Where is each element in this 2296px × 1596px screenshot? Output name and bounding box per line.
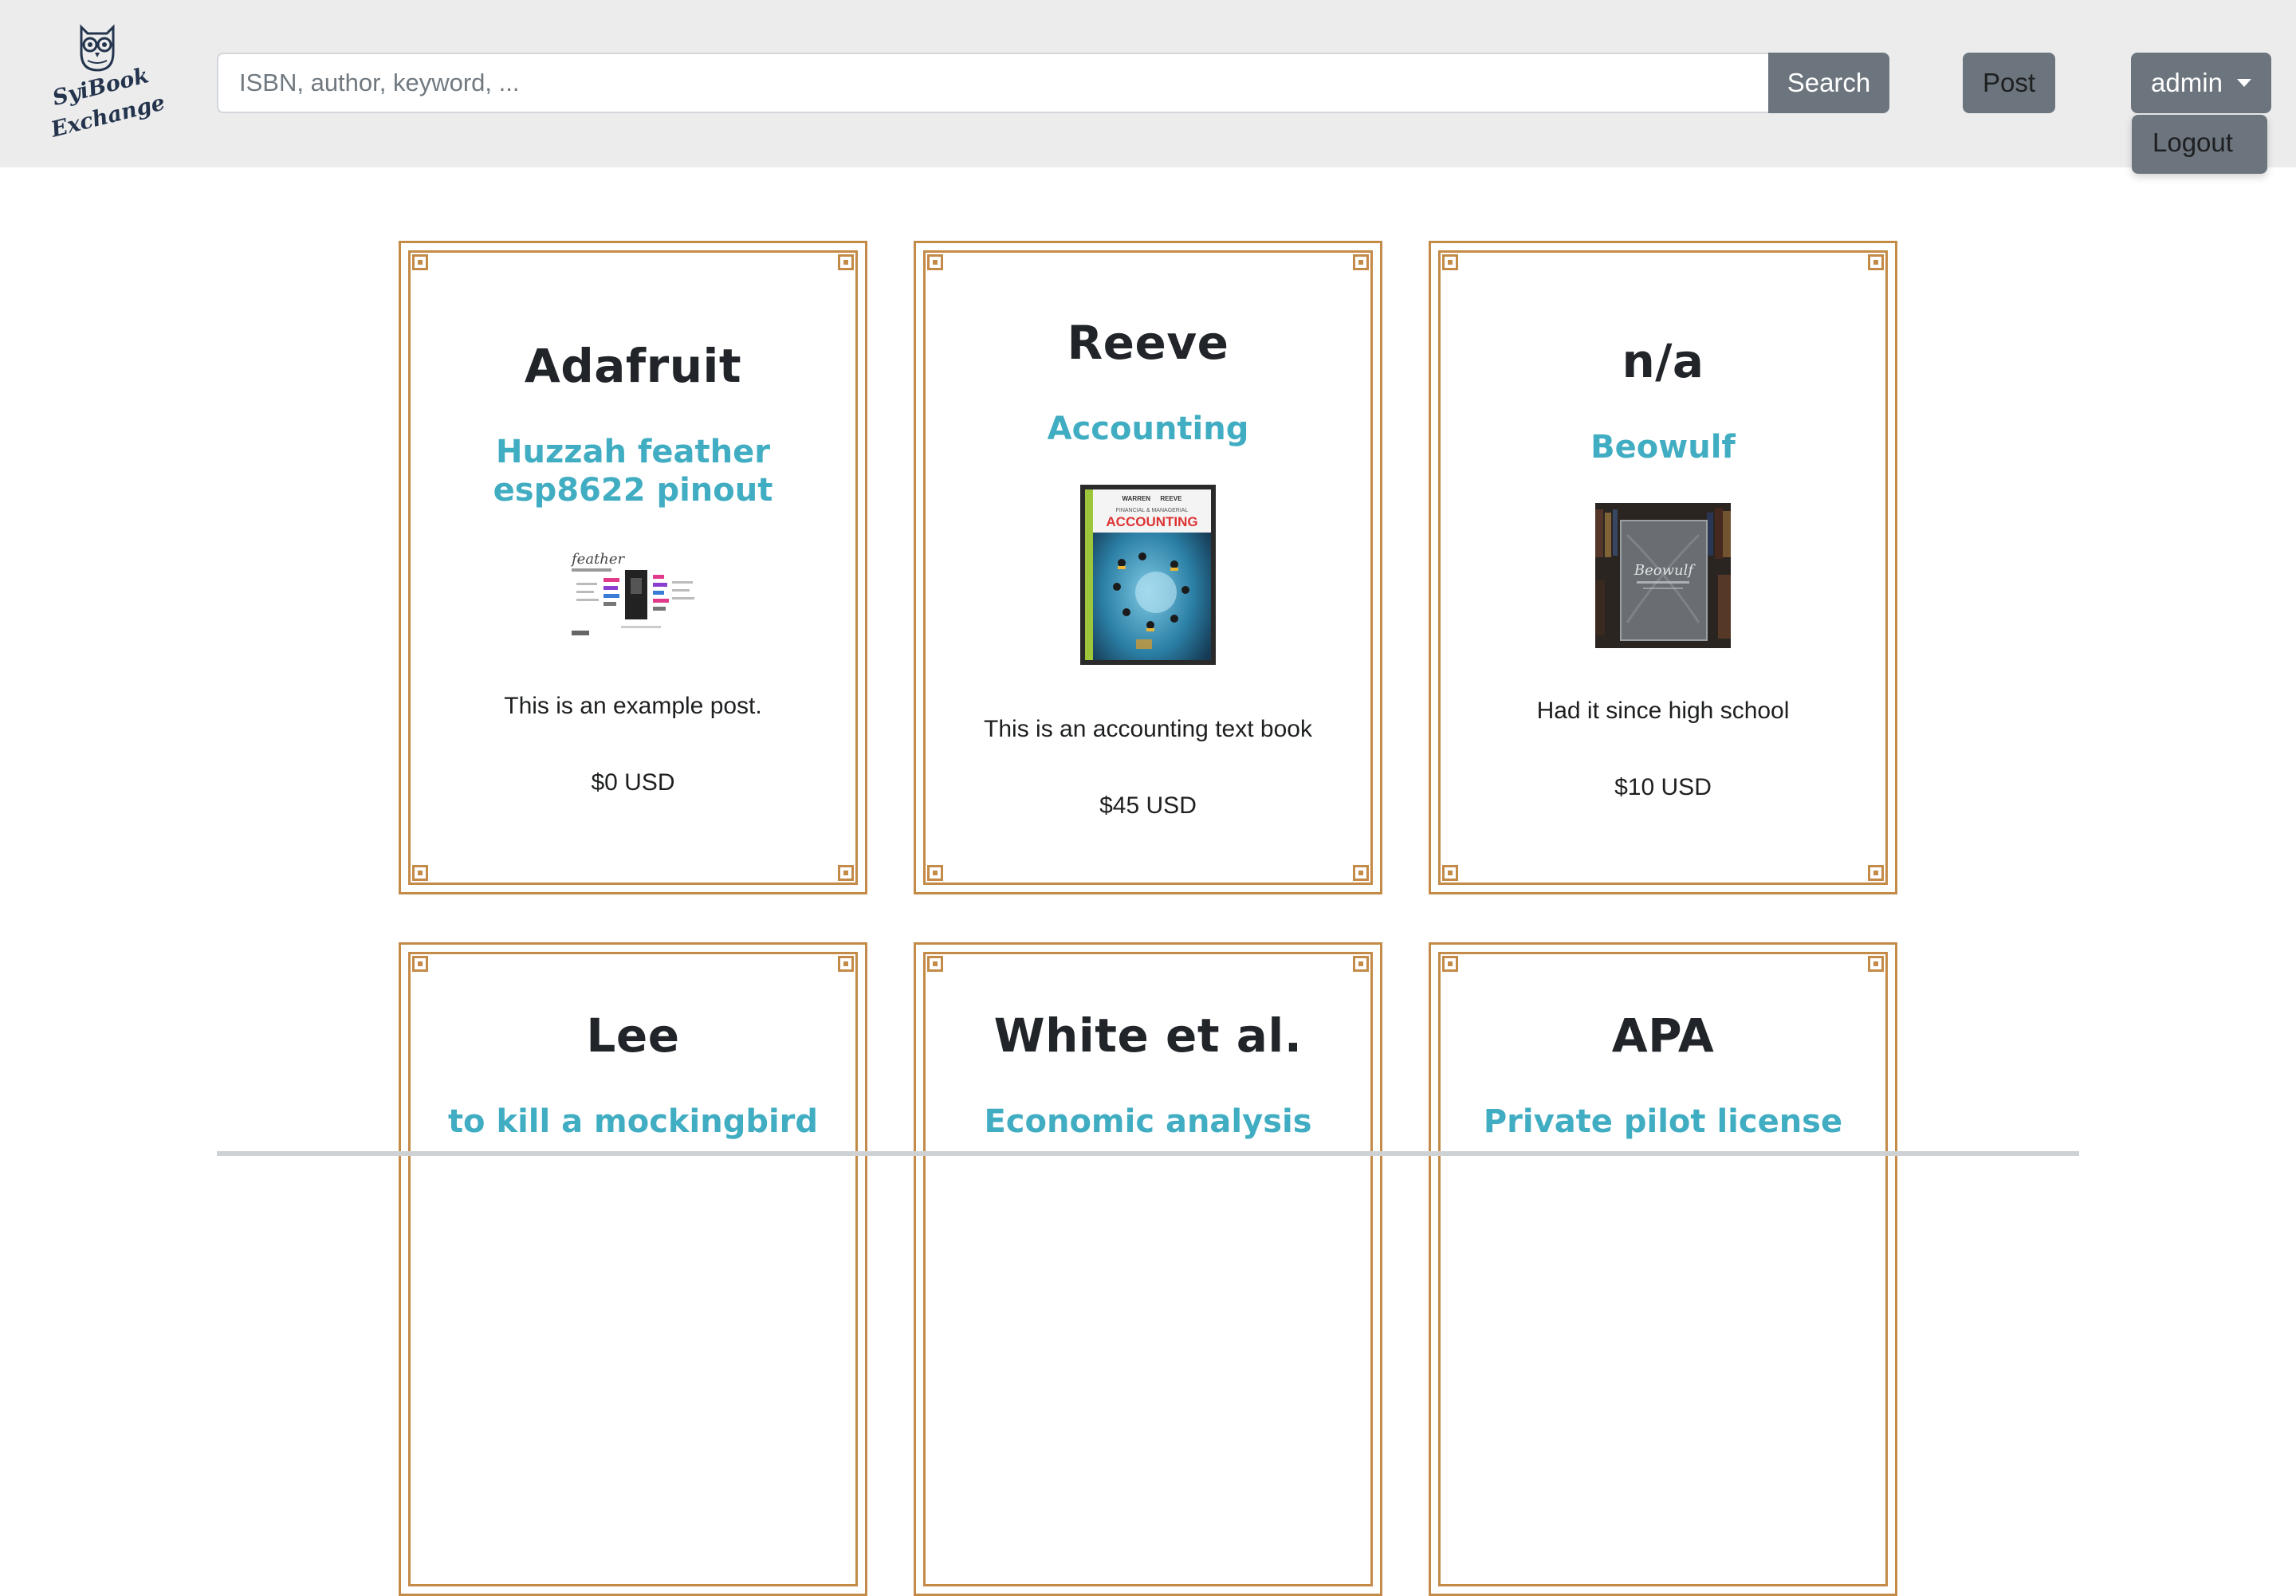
post-title-link[interactable]: Economic analysis <box>984 1103 1311 1141</box>
post-card: Lee to kill a mockingbird <box>399 942 867 1596</box>
user-dropdown-menu: Logout <box>2132 115 2267 174</box>
pinout-diagram-image: feather <box>565 546 701 643</box>
owl-icon <box>80 24 115 72</box>
post-author: Lee <box>586 1008 680 1063</box>
post-title-link[interactable]: to kill a mockingbird <box>448 1103 818 1141</box>
post-title-line: Private pilot license <box>1483 1103 1843 1140</box>
page-bottom-edge <box>217 1151 2079 1156</box>
logo-text: SyiBook Exchange <box>39 58 170 146</box>
search-input[interactable] <box>217 53 1768 113</box>
pinout-feather-text: feather <box>570 551 626 568</box>
post-card: Reeve Accounting WARREN REEVE FINANCIAL … <box>914 241 1382 894</box>
site-logo[interactable]: SyiBook Exchange <box>45 21 167 148</box>
post-author: Adafruit <box>524 339 742 393</box>
post-title-line: esp8622 pinout <box>493 472 773 509</box>
post-title-link[interactable]: Private pilot license <box>1484 1103 1842 1141</box>
post-card: Adafruit Huzzah feather esp8622 pinout f… <box>399 241 867 894</box>
post-title-link[interactable]: Accounting <box>1048 410 1249 448</box>
post-card: APA Private pilot license <box>1429 942 1897 1596</box>
user-menu-label: admin <box>2151 68 2223 97</box>
cover-subtitle: FINANCIAL & MANAGERIAL <box>1116 508 1189 513</box>
navbar: SyiBook Exchange Search Post admin Logou… <box>0 0 2296 174</box>
post-title-line: Beowulf <box>1590 429 1736 466</box>
beowulf-book-cover-image: Beowulf <box>1595 503 1731 648</box>
post-title-line: to kill a mockingbird <box>447 1103 819 1140</box>
post-author: n/a <box>1622 334 1704 388</box>
svg-text:WARREN REEVE: WARREN REEVE <box>1122 495 1183 502</box>
accounting-book-cover-image: WARREN REEVE FINANCIAL & MANAGERIAL ACCO… <box>1080 485 1216 665</box>
post-image[interactable]: Beowulf <box>1595 503 1731 648</box>
logout-menu-item[interactable]: Logout <box>2152 128 2233 158</box>
post-title-line: Accounting <box>1047 411 1249 447</box>
post-description: Had it since high school <box>1536 698 1790 724</box>
post-author: Reeve <box>1067 316 1229 370</box>
cover-title: Beowulf <box>1634 562 1696 579</box>
post-description: This is an example post. <box>504 693 762 719</box>
search-button-label: Search <box>1787 68 1871 97</box>
post-price: $45 USD <box>1099 792 1197 819</box>
post-title-line: Economic analysis <box>984 1103 1312 1140</box>
post-card: n/a Beowulf Beowulf Had it since high sc… <box>1429 241 1897 894</box>
cover-title: ACCOUNTING <box>1106 514 1197 529</box>
post-title-line: Huzzah feather <box>496 434 770 470</box>
chevron-down-icon <box>2236 79 2251 87</box>
user-menu-button[interactable]: admin <box>2131 53 2271 113</box>
post-button[interactable]: Post <box>1963 53 2055 113</box>
post-price: $10 USD <box>1614 774 1712 800</box>
cover-author-2: REEVE <box>1160 495 1182 502</box>
post-title-link[interactable]: Beowulf <box>1590 428 1736 466</box>
post-author: APA <box>1611 1008 1715 1063</box>
post-image[interactable]: WARREN REEVE FINANCIAL & MANAGERIAL ACCO… <box>1080 485 1216 665</box>
post-title-link[interactable]: Huzzah feather esp8622 pinout <box>493 433 773 509</box>
search-button[interactable]: Search <box>1768 53 1889 113</box>
post-author: White et al. <box>993 1008 1303 1063</box>
cover-author-1: WARREN <box>1122 495 1151 502</box>
post-price: $0 USD <box>591 769 675 796</box>
post-button-label: Post <box>1982 68 2036 97</box>
post-image[interactable]: feather <box>565 546 701 643</box>
post-card: White et al. Economic analysis <box>914 942 1382 1596</box>
post-description: This is an accounting text book <box>984 716 1312 742</box>
